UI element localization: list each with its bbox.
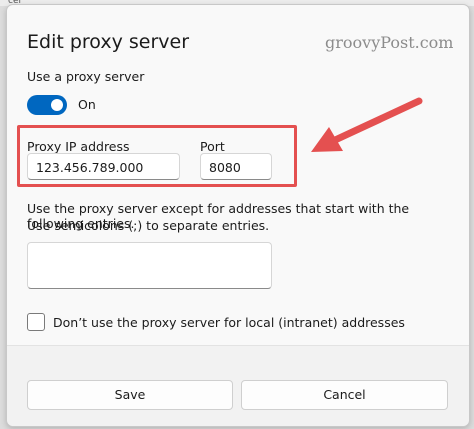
toggle-knob (51, 99, 63, 111)
toggle-state-label: On (78, 97, 96, 112)
exceptions-textarea[interactable] (27, 242, 272, 289)
cancel-button[interactable]: Cancel (241, 380, 448, 410)
red-arrow-annotation-icon (311, 97, 423, 152)
proxy-ip-label: Proxy IP address (27, 139, 130, 154)
port-label: Port (200, 139, 225, 154)
edit-proxy-dialog: Edit proxy server groovyPost.com Use a p… (6, 4, 470, 427)
save-button[interactable]: Save (27, 380, 233, 410)
local-addresses-label: Don’t use the proxy server for local (in… (53, 315, 405, 330)
dialog-title: Edit proxy server (27, 31, 190, 53)
use-proxy-toggle[interactable] (27, 95, 67, 115)
watermark: groovyPost.com (325, 33, 454, 52)
local-addresses-checkbox[interactable] (27, 313, 45, 331)
proxy-ip-input[interactable]: 123.456.789.000 (27, 153, 180, 180)
use-proxy-label: Use a proxy server (27, 69, 145, 84)
exceptions-description-line-2: Use semicolons (;) to separate entries. (27, 218, 270, 233)
port-input[interactable]: 8080 (200, 153, 272, 180)
